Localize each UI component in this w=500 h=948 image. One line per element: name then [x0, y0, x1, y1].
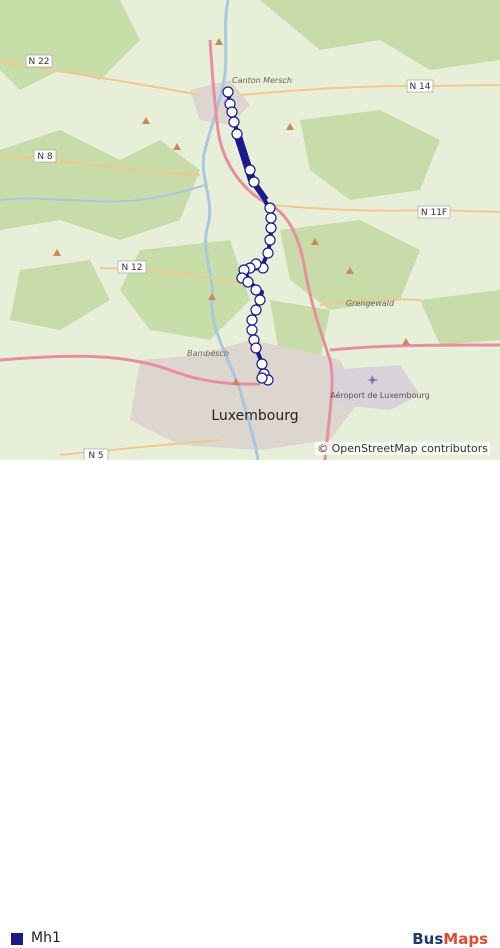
bus-stop-marker[interactable] [248, 176, 260, 188]
bus-stop-marker[interactable] [250, 284, 262, 296]
road-label-n12: N 12 [121, 263, 142, 273]
bus-stop-marker[interactable] [242, 276, 254, 288]
bus-stop-marker[interactable] [265, 222, 277, 234]
map-attribution[interactable]: © OpenStreetMap contributors [315, 442, 490, 455]
bus-stop-marker[interactable] [265, 212, 277, 224]
bus-stop-marker[interactable] [250, 304, 262, 316]
bus-stop-marker[interactable] [264, 202, 276, 214]
bus-stop-marker[interactable] [244, 164, 256, 176]
bus-stop-marker[interactable] [246, 314, 258, 326]
place-label-bambesch: Bambësch [187, 349, 229, 358]
bus-stop-marker[interactable] [246, 324, 258, 336]
road-label-n11f: N 11F [421, 208, 447, 218]
road-label-n14: N 14 [409, 82, 430, 92]
bus-stop-marker[interactable] [250, 342, 262, 354]
place-label-grengewald: Grengewald [346, 299, 395, 308]
bus-stop-marker[interactable] [222, 86, 234, 98]
logo-text-bus: Bus [412, 930, 444, 948]
bus-stop-marker[interactable] [231, 128, 243, 140]
place-label-canton: Canton Mersch [232, 76, 292, 85]
bus-stop-marker[interactable] [264, 234, 276, 246]
bus-stop-marker[interactable] [256, 372, 268, 384]
legend-footer: Mh1 BusMaps [0, 460, 500, 948]
road-label-n8: N 8 [37, 152, 53, 162]
road-label-n5: N 5 [88, 451, 103, 460]
route-color-swatch [11, 933, 23, 945]
busmaps-logo[interactable]: BusMaps [412, 930, 488, 948]
bus-stop-marker[interactable] [228, 116, 240, 128]
bus-stop-marker[interactable] [226, 106, 238, 118]
map-view[interactable]: N 22 N 14 N 8 N 11F N 12 N 5 Canton Mers… [0, 0, 500, 460]
place-label-airport: Aéroport de Luxembourg [330, 390, 430, 400]
city-label-luxembourg: Luxembourg [211, 408, 298, 424]
bus-stop-marker[interactable] [262, 247, 274, 259]
logo-text-maps: Maps [443, 930, 488, 948]
bus-stop-marker[interactable] [256, 358, 268, 370]
map-canvas: N 22 N 14 N 8 N 11F N 12 N 5 Canton Mers… [0, 0, 500, 460]
bus-stop-marker[interactable] [254, 294, 266, 306]
route-name-label: Mh1 [31, 930, 61, 946]
road-label-n22: N 22 [28, 57, 49, 67]
